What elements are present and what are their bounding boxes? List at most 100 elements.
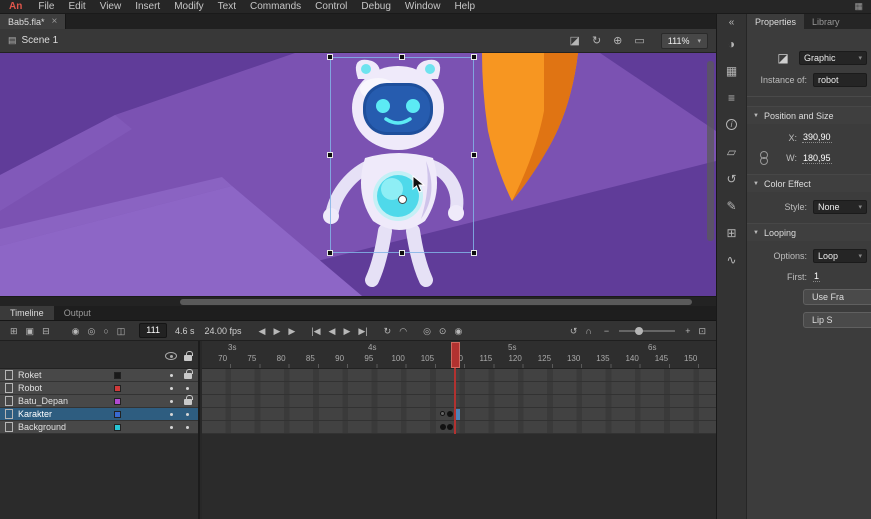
brush-icon[interactable]: ✎ bbox=[721, 192, 743, 219]
layer-visibility-dot[interactable] bbox=[170, 400, 173, 403]
workspace-icon[interactable]: ▦ bbox=[846, 1, 871, 12]
layer-lock-icon[interactable] bbox=[184, 399, 192, 405]
swatches-icon[interactable]: ▦ bbox=[721, 57, 743, 84]
menu-file[interactable]: File bbox=[31, 0, 61, 14]
zoom-slider[interactable] bbox=[619, 330, 675, 332]
color-icon[interactable]: ◑ bbox=[721, 30, 743, 57]
layer-roket[interactable]: Roket bbox=[0, 369, 198, 382]
delete-layer-icon[interactable]: ⊟ bbox=[38, 321, 54, 341]
center-frame-button[interactable]: ↺ bbox=[566, 321, 582, 341]
tab-library[interactable]: Library bbox=[804, 14, 848, 29]
use-frame-picker-button[interactable]: Use Fra bbox=[803, 289, 871, 305]
play-button[interactable]: ▶ bbox=[269, 321, 284, 341]
selection-handle[interactable] bbox=[327, 250, 333, 256]
onion-skin-icon[interactable]: ◎ bbox=[83, 321, 99, 341]
lock-all-layers-icon[interactable] bbox=[184, 355, 192, 361]
keyframe-marker[interactable] bbox=[440, 424, 446, 430]
timeline-ruler[interactable]: 3s4s5s6s 7075808590951001051101151201251… bbox=[202, 341, 716, 369]
camera-icon[interactable]: ◉ bbox=[68, 321, 84, 341]
onion-outline-icon[interactable]: ○ bbox=[99, 321, 112, 341]
components-icon[interactable]: ⊞ bbox=[721, 219, 743, 246]
screen-mode-icon[interactable]: ▭ bbox=[634, 34, 644, 47]
current-frame-readout[interactable]: 111 bbox=[139, 323, 167, 338]
previous-keyframe-button[interactable]: ◀ bbox=[325, 321, 340, 341]
layer-outline-color[interactable] bbox=[114, 411, 121, 418]
new-layer-icon[interactable]: ⊞ bbox=[6, 321, 22, 341]
section-looping[interactable]: ▼ Looping bbox=[747, 223, 871, 241]
next-keyframe-button[interactable]: ▶ bbox=[339, 321, 354, 341]
menu-edit[interactable]: Edit bbox=[61, 0, 92, 14]
symbol-type-select[interactable]: Graphic ▾ bbox=[799, 51, 867, 65]
zoom-in-button[interactable]: + bbox=[681, 321, 694, 341]
transformation-point[interactable] bbox=[398, 195, 407, 204]
menu-insert[interactable]: Insert bbox=[128, 0, 167, 14]
info-icon[interactable]: i bbox=[721, 111, 743, 138]
selection-handle[interactable] bbox=[471, 152, 477, 158]
playhead-marker[interactable] bbox=[451, 342, 460, 368]
menu-debug[interactable]: Debug bbox=[354, 0, 397, 14]
step-forward-button[interactable]: ▶ bbox=[284, 321, 299, 341]
frames-roket[interactable] bbox=[202, 369, 716, 382]
x-value[interactable]: 390,90 bbox=[802, 132, 832, 143]
frames-robot[interactable] bbox=[202, 382, 716, 395]
transform-icon[interactable]: ▱ bbox=[721, 138, 743, 165]
scrollbar-thumb[interactable] bbox=[180, 299, 692, 305]
selection-handle[interactable] bbox=[327, 152, 333, 158]
link-width-height-icon[interactable] bbox=[759, 151, 769, 165]
section-position-and-size[interactable]: ▼ Position and Size bbox=[747, 106, 871, 124]
layer-robot[interactable]: Robot bbox=[0, 382, 198, 395]
tab-timeline[interactable]: Timeline bbox=[0, 306, 54, 320]
selection-handle[interactable] bbox=[327, 54, 333, 60]
layer-lock-dot[interactable] bbox=[186, 413, 189, 416]
collapse-panels-icon[interactable]: « bbox=[729, 16, 735, 30]
history-icon[interactable]: ↺ bbox=[721, 165, 743, 192]
zoom-select[interactable]: 111% ▾ bbox=[661, 33, 708, 49]
section-color-effect[interactable]: ▼ Color Effect bbox=[747, 174, 871, 192]
loop-options-select[interactable]: Loop ▾ bbox=[813, 249, 867, 263]
menu-control[interactable]: Control bbox=[308, 0, 354, 14]
rotation-icon[interactable]: ↻ bbox=[592, 34, 601, 47]
new-folder-icon[interactable]: ▣ bbox=[22, 321, 39, 341]
zoom-slider-knob[interactable] bbox=[635, 327, 643, 335]
first-frame-value[interactable]: 1 bbox=[813, 271, 820, 282]
frames-karakter[interactable] bbox=[202, 408, 716, 421]
loop-range-button[interactable]: ◠ bbox=[395, 321, 411, 341]
snap-magnet-icon[interactable]: ∩ bbox=[581, 321, 595, 341]
menu-commands[interactable]: Commands bbox=[243, 0, 308, 14]
stage-vertical-scrollbar[interactable] bbox=[707, 61, 714, 241]
stage-canvas[interactable] bbox=[0, 53, 716, 296]
layer-visibility-dot[interactable] bbox=[170, 387, 173, 390]
layer-visibility-dot[interactable] bbox=[170, 374, 173, 377]
layer-batu_depan[interactable]: Batu_Depan bbox=[0, 395, 198, 408]
onion-skin-outlines-button[interactable]: ⊙ bbox=[435, 321, 451, 341]
frame-rate-readout[interactable]: 24.00 fps bbox=[199, 326, 246, 336]
menu-view[interactable]: View bbox=[93, 0, 129, 14]
menu-modify[interactable]: Modify bbox=[167, 0, 210, 14]
menu-window[interactable]: Window bbox=[398, 0, 448, 14]
motion-presets-icon[interactable]: ∿ bbox=[721, 246, 743, 273]
breadcrumb[interactable]: ▤ Scene 1 bbox=[8, 35, 58, 46]
layer-background[interactable]: Background bbox=[0, 421, 198, 434]
keyframe-marker[interactable] bbox=[447, 411, 453, 417]
keyframe-marker[interactable] bbox=[440, 411, 445, 416]
edit-multiple-frames-icon[interactable]: ◫ bbox=[113, 321, 130, 341]
selection-handle[interactable] bbox=[399, 250, 405, 256]
show-hide-all-layers-icon[interactable] bbox=[165, 352, 177, 360]
frames-background[interactable] bbox=[202, 421, 716, 434]
menu-text[interactable]: Text bbox=[211, 0, 243, 14]
reset-zoom-button[interactable]: ⊡ bbox=[694, 321, 710, 341]
layer-lock-icon[interactable] bbox=[184, 373, 192, 379]
layer-outline-color[interactable] bbox=[114, 385, 121, 392]
lip-syncing-button[interactable]: Lip S bbox=[803, 312, 871, 328]
align-icon[interactable]: ≡ bbox=[721, 84, 743, 111]
width-value[interactable]: 180,95 bbox=[802, 153, 832, 164]
center-stage-icon[interactable]: ⊕ bbox=[613, 34, 622, 47]
zoom-out-button[interactable]: − bbox=[600, 321, 613, 341]
layer-lock-dot[interactable] bbox=[186, 426, 189, 429]
selection-handle[interactable] bbox=[399, 54, 405, 60]
layer-outline-color[interactable] bbox=[114, 372, 121, 379]
go-to-last-frame-button[interactable]: ▶| bbox=[354, 321, 371, 341]
stage-horizontal-scrollbar[interactable] bbox=[0, 296, 716, 306]
anchor-onion-button[interactable]: ◉ bbox=[450, 321, 466, 341]
go-to-first-frame-button[interactable]: |◀ bbox=[307, 321, 324, 341]
